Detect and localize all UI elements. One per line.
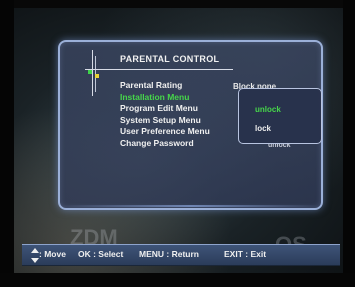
help-exit: EXIT : Exit [224, 249, 267, 259]
menu-item-program-edit-menu[interactable]: Program Edit Menu [120, 103, 210, 115]
decorative-dot-green [88, 70, 92, 74]
panel-glow [62, 205, 320, 207]
menu-item-change-password[interactable]: Change Password [120, 138, 210, 150]
bezel-top [0, 0, 355, 8]
help-bar: : Move OK : Select MENU : Return EXIT : … [22, 244, 340, 266]
menu-item-system-setup-menu[interactable]: System Setup Menu [120, 115, 210, 127]
lock-option-dropdown[interactable]: unlock lock [238, 88, 322, 144]
bezel-left [0, 0, 14, 287]
parental-control-panel: PARENTAL CONTROL Parental Rating Install… [58, 40, 323, 210]
decorative-line [92, 50, 93, 96]
help-return: MENU : Return [139, 249, 199, 259]
panel-title: PARENTAL CONTROL [120, 54, 220, 64]
bezel-right [343, 0, 355, 287]
menu-item-parental-rating[interactable]: Parental Rating [120, 80, 210, 92]
bezel-bottom [0, 273, 355, 287]
menu-item-installation-menu[interactable]: Installation Menu [120, 92, 210, 104]
dropdown-option-lock[interactable]: lock [255, 124, 271, 133]
decorative-dot-yellow [95, 74, 99, 78]
dropdown-option-unlock[interactable]: unlock [255, 105, 281, 114]
help-select: OK : Select [78, 249, 124, 259]
menu-item-user-preference-menu[interactable]: User Preference Menu [120, 126, 210, 138]
help-move: : Move [39, 249, 66, 259]
parental-control-menu: Parental Rating Installation Menu Progra… [120, 80, 210, 149]
title-underline [85, 69, 233, 70]
up-down-arrow-icon [31, 248, 39, 263]
